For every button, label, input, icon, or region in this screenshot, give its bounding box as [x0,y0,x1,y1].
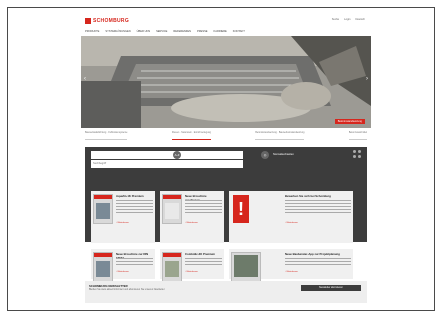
brochure-thumbnail [93,194,113,224]
card-read-more-link[interactable]: › Weiterlesen [116,222,129,224]
card-title: Aquafin-1K Premium [116,194,144,198]
brochure-thumbnail [162,194,182,224]
card-read-more-link[interactable]: › Weiterlesen [185,222,198,224]
tab-item[interactable]: Fliesen · Naturstein · Estrichverlegung [171,132,211,140]
nav-item[interactable]: Produkte [85,30,99,33]
system-label[interactable]: Systemlösungen [185,153,204,156]
logo[interactable]: SCHOMBURG [85,16,129,26]
nav-item[interactable]: Kontakt [233,30,245,33]
util-language-link[interactable]: Deutsch [355,18,365,21]
hero-image: ‹ › Betoninstandsetzung [81,36,371,128]
card-text [185,200,222,218]
screenshot-frame: SCHOMBURG Suche Login Deutsch Produkte S… [7,7,435,311]
main-nav: Produkte Systemlösungen Über uns Service… [85,28,367,34]
category-tabs: Bauwerksabdichtung · Fußbodensysteme Fli… [85,132,367,140]
tab-item[interactable]: Bauwerksabdichtung · Fußbodensysteme [85,132,128,140]
search-field[interactable] [91,151,243,168]
news-card[interactable]: Neue Broschüre erschienen › Weiterlesen [160,191,224,243]
card-read-more-link[interactable]: › Weiterlesen [185,271,198,273]
newsletter-subscribe-button[interactable]: Newsletter abonnieren [301,285,361,291]
hero-cta-button[interactable]: Betoninstandsetzung [334,119,365,124]
news-card[interactable]: Neue Bauberater-App zur Projektplanung ›… [229,249,353,282]
util-search-link[interactable]: Suche [332,18,339,21]
card-read-more-link[interactable]: › Weiterlesen [285,271,298,273]
nav-item[interactable]: Über uns [137,30,150,33]
card-title: Bewerben Sie sich bei Schomburg [285,194,331,198]
card-text [285,258,351,276]
tab-item[interactable]: Betonzusatzmittel [348,132,367,140]
search-go-button[interactable]: A-Z [173,151,181,159]
hero-prev-icon[interactable]: ‹ [84,76,86,82]
website-page: SCHOMBURG Suche Login Deutsch Produkte S… [81,13,371,309]
util-login-link[interactable]: Login [344,18,350,21]
card-text [116,258,153,276]
logo-text: SCHOMBURG [93,18,130,24]
exclamation-icon: ! [233,195,249,223]
nav-item[interactable]: Karriere [214,30,227,33]
news-card[interactable]: ! Bewerben Sie sich bei Schomburg › Weit… [229,191,353,243]
nav-item[interactable]: Referenzen [173,30,191,33]
brochure-thumbnail [93,252,113,282]
product-thumbnail [162,252,182,282]
news-card[interactable]: Aquafin-1K Premium › Weiterlesen [91,191,155,243]
card-text [185,258,222,276]
card-text [116,200,153,218]
card-read-more-link[interactable]: › Weiterlesen [285,222,298,224]
logo-mark-icon [85,18,91,24]
news-card[interactable]: Neue Broschüre zur DIN 18533 › Weiterles… [91,249,155,282]
hero-next-icon[interactable]: › [366,76,368,82]
tab-item[interactable]: Betoninstandsetzung · Bauwerksinstandset… [255,132,305,140]
nav-item[interactable]: Service [156,30,167,33]
norm-icon[interactable]: ◎ [261,151,269,159]
concrete-pour-photo [81,36,371,128]
norm-label[interactable]: Normalsuchseiten [273,153,294,156]
card-title: Combidic-2K Premium [185,252,215,256]
card-title: Neue Bauberater-App zur Projektplanung [285,252,340,256]
card-read-more-link[interactable]: › Weiterlesen [116,271,129,273]
search-input[interactable] [91,159,243,168]
grid-view-icon[interactable] [353,150,361,158]
utility-links: Suche Login Deutsch [332,18,365,21]
newsletter-section: SCHOMBURG NEWSLETTER Bleiben Sie stets a… [85,281,367,303]
nav-item[interactable]: Presse [197,30,208,33]
newsletter-title: SCHOMBURG NEWSLETTER [89,284,128,288]
nav-item[interactable]: Systemlösungen [105,30,130,33]
card-text [285,200,351,218]
newsletter-subtitle: Bleiben Sie stets aktuell informiert und… [89,289,165,291]
news-card[interactable]: Combidic-2K Premium › Weiterlesen [160,249,224,282]
app-thumbnail [231,252,261,282]
